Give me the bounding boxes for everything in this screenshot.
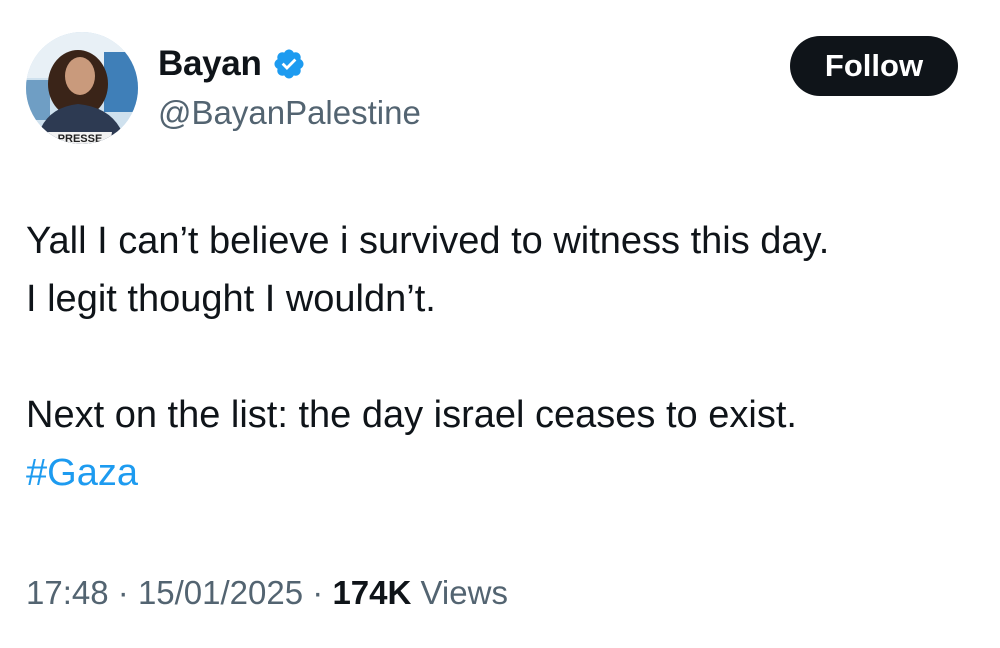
avatar-vest-text: PRESSE [58,133,103,144]
avatar[interactable]: PRESSE [26,32,138,144]
views-count[interactable]: 174K [332,574,411,611]
tweet-text: Yall I can’t believe i survived to witne… [26,212,986,502]
tweet-date[interactable]: 15/01/2025 [138,574,303,611]
views-label: Views [420,574,508,611]
display-name[interactable]: Bayan [158,44,262,84]
tweet-line: I legit thought I wouldn’t. [26,278,436,320]
meta-separator: · [117,574,129,611]
verified-badge-icon [272,47,306,81]
tweet-time[interactable]: 17:48 [26,574,109,611]
meta-separator: · [312,574,324,611]
author-name-row: Bayan [158,44,306,84]
tweet-line: Next on the list: the day israel ceases … [26,394,797,436]
follow-button[interactable]: Follow [790,36,958,96]
tweet-line: Yall I can’t believe i survived to witne… [26,220,830,262]
avatar-photo: PRESSE [26,32,138,144]
user-handle[interactable]: @BayanPalestine [158,94,421,132]
hashtag-link[interactable]: #Gaza [26,452,138,494]
tweet-meta: 17:48 · 15/01/2025 · 174K Views [26,574,508,612]
